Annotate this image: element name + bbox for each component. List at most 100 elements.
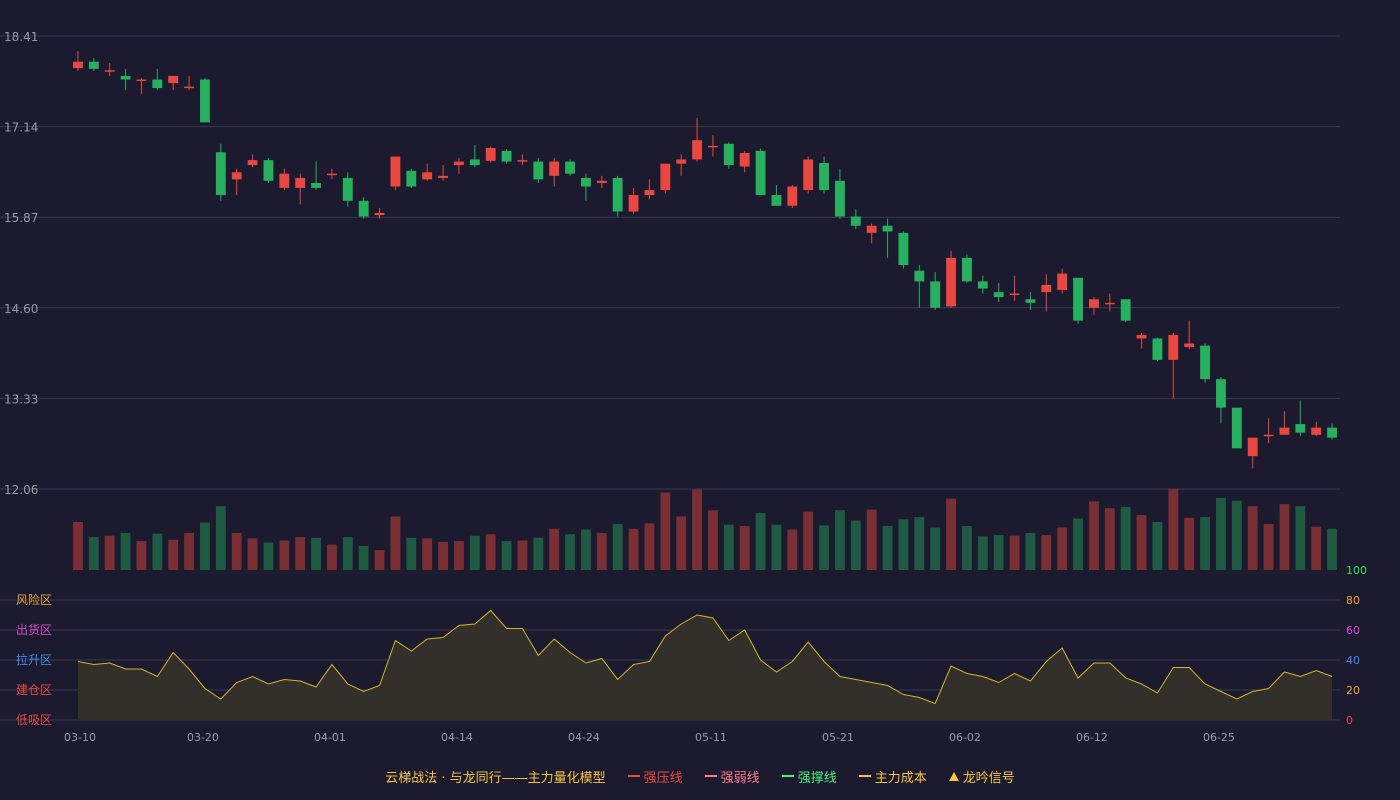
volume-bar <box>946 498 956 570</box>
dashed-line-marker-icon <box>704 775 717 777</box>
price-tick-label: 14.60 <box>4 302 38 316</box>
oscillator-tick-label: 0 <box>1346 714 1353 727</box>
volume-bar <box>358 545 369 570</box>
volume-bar <box>1327 528 1337 570</box>
legend-label: 强撑线 <box>797 770 837 786</box>
candle-body <box>803 159 814 191</box>
candle-body <box>1295 424 1306 433</box>
candle-body <box>739 152 750 167</box>
oscillator-tick-label: 40 <box>1346 654 1360 667</box>
candle-body <box>850 216 861 226</box>
candle-body <box>676 159 687 164</box>
legend-item-dragon-signal[interactable]: 龙吟信号 <box>948 767 1015 786</box>
zone-label: 拉升区 <box>16 652 52 667</box>
volume-bar <box>660 492 671 570</box>
volume-bar <box>215 506 226 570</box>
legend-item-main-cost[interactable]: 主力成本 <box>858 767 927 786</box>
volume-bar <box>200 522 210 570</box>
volume-bar <box>581 529 591 570</box>
candle-body <box>1311 427 1322 435</box>
volume-bar <box>692 489 702 570</box>
candle-body <box>1184 343 1195 348</box>
legend-label: 强压线 <box>643 770 683 786</box>
candle-body <box>1025 299 1036 303</box>
zone-label: 低吸区 <box>16 713 52 727</box>
volume-bar <box>390 516 401 570</box>
volume-bar <box>1136 515 1147 570</box>
candle-body <box>295 177 306 188</box>
candle-body <box>1041 284 1052 293</box>
candle-body <box>946 257 956 307</box>
candle-body <box>454 161 464 166</box>
volume-bar <box>1168 489 1179 570</box>
volume-bar <box>342 537 353 570</box>
volume-bar <box>1295 506 1306 570</box>
candle-body <box>612 177 623 212</box>
candle-body <box>882 225 893 232</box>
volume-bar <box>882 526 893 570</box>
zone-label: 风险区 <box>16 592 52 607</box>
candle-body <box>327 173 337 176</box>
candle-body <box>1120 299 1131 321</box>
volume-bar <box>1247 506 1258 570</box>
volume-bar <box>1089 501 1099 570</box>
volume-bar <box>1152 521 1163 570</box>
oscillator-tick-label: 80 <box>1346 594 1360 607</box>
volume-bar <box>676 516 687 570</box>
legend-title: 云梯战法 · 与龙同行——主力量化模型 <box>385 770 606 786</box>
volume-bar <box>517 540 528 570</box>
candle-body <box>1216 379 1226 408</box>
volume-bar <box>533 537 544 570</box>
candle-body <box>200 79 210 123</box>
x-tick-label: 03-10 <box>64 731 96 744</box>
zone-label: 建仓区 <box>16 683 52 697</box>
volume-bar <box>1184 517 1195 570</box>
volume-bar <box>311 537 321 570</box>
volume-bar <box>930 527 941 570</box>
volume-bar <box>295 537 306 570</box>
volume-bar <box>1041 534 1052 570</box>
legend-item-strong-pressure[interactable]: 强压线 <box>627 767 683 786</box>
volume-bar <box>263 542 274 570</box>
candle-body <box>755 150 766 196</box>
volume-bar <box>819 525 829 570</box>
price-tick-label: 13.33 <box>4 392 38 406</box>
volume-bar <box>152 533 163 570</box>
candle-body <box>120 75 131 80</box>
legend-label: 主力成本 <box>874 770 927 786</box>
candle-body <box>898 232 909 265</box>
volume-bar <box>993 534 1004 570</box>
legend-item-strength-line[interactable]: 强弱线 <box>704 767 760 786</box>
volume-bar <box>962 526 972 570</box>
volume-bar <box>708 510 718 570</box>
volume-bar <box>231 532 242 570</box>
candle-body <box>1247 437 1258 457</box>
triangle-marker-icon <box>948 771 959 781</box>
candle-body <box>1089 299 1099 308</box>
candle-body <box>565 161 575 174</box>
candle-body <box>279 173 290 188</box>
volume-bar <box>136 541 147 570</box>
price-tick-label: 12.06 <box>4 483 38 497</box>
volume-bar <box>120 532 131 570</box>
legend-label: 强弱线 <box>720 770 760 786</box>
volume-bar <box>596 532 607 570</box>
candle-body <box>485 148 496 161</box>
candle-body <box>771 195 782 206</box>
volume-bar <box>755 513 766 570</box>
volume-bar <box>406 537 417 570</box>
volume-bar <box>612 524 623 570</box>
x-tick-label: 06-25 <box>1203 731 1235 744</box>
solid-line-marker-icon <box>627 775 640 777</box>
candle-body <box>549 161 560 176</box>
candle-body <box>819 162 829 191</box>
volume-bar <box>1104 508 1115 570</box>
candle-body <box>1200 345 1210 380</box>
oscillator-tick-label: 60 <box>1346 624 1360 637</box>
volume-bar <box>168 539 179 570</box>
candle-body <box>644 190 655 196</box>
volume-bar <box>977 536 988 570</box>
candle-body <box>723 143 734 166</box>
legend-item-strong-support[interactable]: 强撑线 <box>781 767 837 786</box>
candle-body <box>835 180 845 217</box>
